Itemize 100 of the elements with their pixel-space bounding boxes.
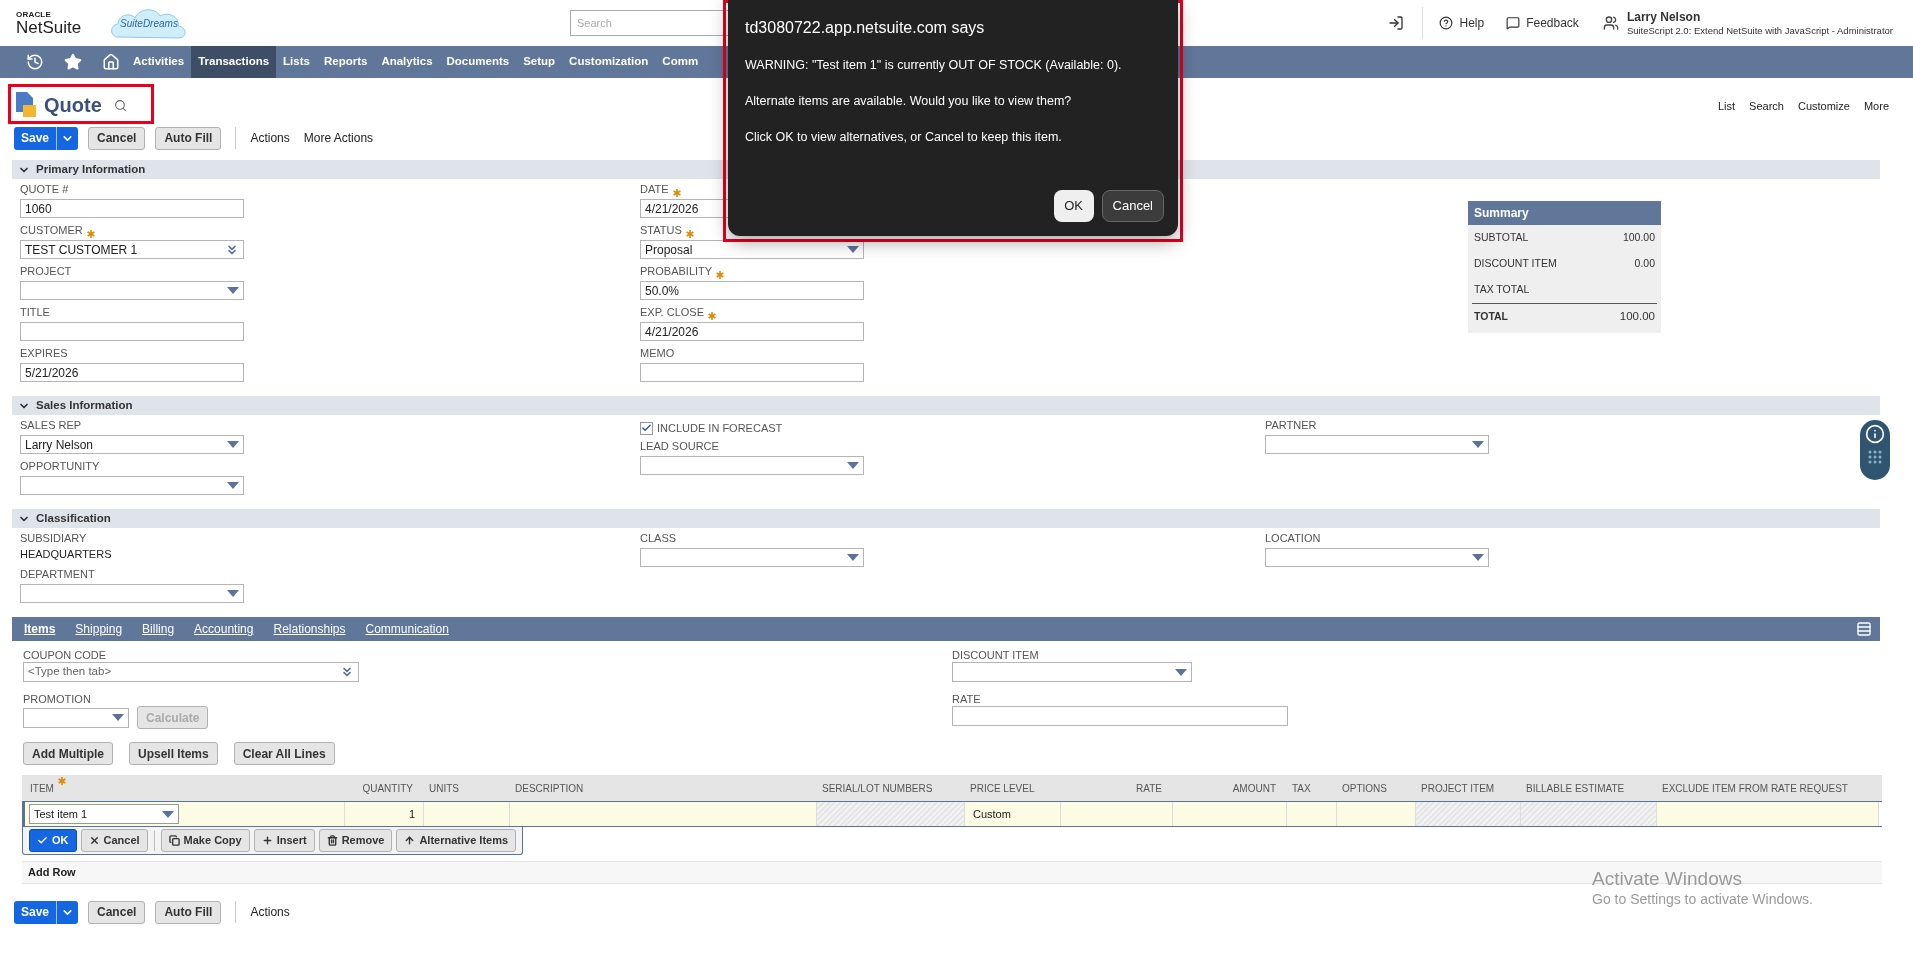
user-role[interactable]: SuiteScript 2.0: Extend NetSuite with JavaScript - Administrator bbox=[1626, 24, 1893, 37]
field-label: LOCATION bbox=[1265, 530, 1321, 546]
dropdown-field[interactable] bbox=[1265, 548, 1489, 567]
dropdown-field[interactable] bbox=[1265, 435, 1489, 454]
table-cell[interactable] bbox=[510, 802, 817, 826]
table-cell[interactable] bbox=[1061, 802, 1173, 826]
field-label: PROJECT bbox=[20, 263, 72, 279]
summary-label: SUBTOTAL bbox=[1474, 230, 1529, 246]
table-cell[interactable] bbox=[1657, 802, 1879, 826]
row-action-button[interactable]: Alternative Items bbox=[396, 829, 517, 852]
subtab[interactable]: Items bbox=[24, 620, 56, 638]
field-label: DISCOUNT ITEM bbox=[952, 648, 1040, 662]
required-icon bbox=[57, 776, 66, 785]
double-chevron-icon[interactable] bbox=[340, 665, 354, 679]
nav-tab[interactable]: Comm bbox=[655, 46, 706, 78]
nav-tab[interactable]: Reports bbox=[316, 46, 375, 78]
subtab[interactable]: Billing bbox=[142, 620, 175, 638]
cancel-button[interactable]: Cancel bbox=[88, 126, 146, 150]
input-field[interactable] bbox=[952, 706, 1288, 726]
actions-menu[interactable]: Actions bbox=[250, 903, 290, 921]
dropdown-field[interactable] bbox=[20, 584, 244, 603]
dropdown-field[interactable] bbox=[23, 707, 129, 728]
dropdown-field[interactable] bbox=[20, 281, 244, 300]
summary-value: 100.00 bbox=[1619, 308, 1655, 324]
user-name[interactable]: Larry Nelson bbox=[1626, 9, 1893, 25]
row-action-button[interactable]: Cancel bbox=[80, 829, 148, 852]
actions-menu[interactable]: More Actions bbox=[303, 129, 374, 147]
table-cell[interactable] bbox=[1337, 802, 1416, 826]
table-cell[interactable] bbox=[1173, 802, 1287, 826]
chat-icon bbox=[1506, 16, 1521, 30]
dropdown-field[interactable]: TEST CUSTOMER 1 bbox=[20, 240, 244, 259]
dialog-button[interactable]: Cancel bbox=[1101, 190, 1164, 222]
floating-help-menu[interactable] bbox=[1860, 420, 1890, 480]
search-icon[interactable] bbox=[113, 98, 127, 112]
help-link[interactable]: Help bbox=[1439, 14, 1485, 32]
action-button[interactable]: Add Multiple bbox=[23, 742, 113, 765]
nav-tab[interactable]: Setup bbox=[516, 46, 563, 78]
input-field[interactable]: 50.0% bbox=[640, 281, 864, 300]
section-header[interactable]: Sales Information bbox=[12, 396, 1880, 415]
nav-tab[interactable]: Customization bbox=[562, 46, 656, 78]
list-view-icon[interactable] bbox=[1856, 621, 1872, 637]
row-action-button[interactable]: Make Copy bbox=[160, 829, 250, 852]
table-cell[interactable] bbox=[424, 802, 510, 826]
coupon-field[interactable]: <Type then tab> bbox=[23, 662, 359, 682]
users-icon[interactable] bbox=[1602, 15, 1619, 31]
actions-menu[interactable]: Actions bbox=[250, 129, 290, 147]
dropdown-field[interactable] bbox=[952, 662, 1192, 682]
page-link[interactable]: More bbox=[1863, 98, 1889, 115]
add-row-link[interactable]: Add Row bbox=[28, 864, 76, 881]
save-button[interactable]: Save bbox=[14, 900, 79, 924]
item-dropdown[interactable]: Test item 1 bbox=[29, 804, 179, 824]
column-header: RATE bbox=[1136, 781, 1162, 796]
table-cell[interactable]: Custom bbox=[965, 802, 1061, 826]
nav-tab[interactable]: Documents bbox=[439, 46, 517, 78]
page-link[interactable]: List bbox=[1718, 98, 1736, 115]
input-field[interactable]: 1060 bbox=[20, 199, 244, 218]
dropdown-field[interactable]: Proposal bbox=[640, 240, 864, 259]
action-button[interactable]: Clear All Lines bbox=[233, 742, 335, 765]
section-header[interactable]: Classification bbox=[12, 509, 1880, 528]
table-cell[interactable] bbox=[1287, 802, 1337, 826]
input-field[interactable]: 4/21/2026 bbox=[640, 322, 864, 341]
nav-tab[interactable]: Activities bbox=[126, 46, 192, 78]
page-link[interactable]: Search bbox=[1749, 98, 1784, 115]
subtab[interactable]: Communication bbox=[365, 620, 449, 638]
save-button[interactable]: Save bbox=[14, 126, 79, 150]
dropdown-arrow-icon bbox=[1175, 668, 1187, 676]
nav-tab[interactable]: Transactions bbox=[191, 46, 277, 78]
row-action-button[interactable]: Remove bbox=[318, 829, 393, 852]
home-icon[interactable] bbox=[102, 53, 120, 71]
dialog-button[interactable]: OK bbox=[1053, 190, 1094, 222]
nav-tab[interactable]: Lists bbox=[276, 46, 317, 78]
row-action-button[interactable]: OK bbox=[29, 829, 77, 852]
input-field[interactable] bbox=[20, 322, 244, 341]
action-button[interactable]: Upsell Items bbox=[129, 742, 218, 765]
field-label: DATE bbox=[640, 181, 669, 197]
feedback-link[interactable]: Feedback bbox=[1506, 14, 1579, 32]
table-cell[interactable]: 1 bbox=[345, 802, 424, 826]
dropdown-field[interactable] bbox=[640, 456, 864, 475]
subtab[interactable]: Shipping bbox=[75, 620, 123, 638]
page-link[interactable]: Customize bbox=[1797, 98, 1850, 115]
star-icon[interactable] bbox=[64, 53, 82, 71]
dialog-message: Click OK to view alternatives, or Cancel to keep this item. bbox=[745, 128, 1063, 146]
dropdown-field[interactable]: Larry Nelson bbox=[20, 435, 244, 454]
cancel-button[interactable]: Cancel bbox=[88, 900, 146, 924]
field-label: MEMO bbox=[640, 345, 675, 361]
help-icon bbox=[1439, 16, 1454, 30]
row-action-button[interactable]: Insert bbox=[253, 829, 315, 852]
input-field[interactable] bbox=[640, 363, 864, 382]
subtab[interactable]: Relationships bbox=[273, 620, 346, 638]
checkbox[interactable] bbox=[640, 421, 653, 435]
history-icon[interactable] bbox=[26, 53, 44, 71]
nav-tab[interactable]: Analytics bbox=[374, 46, 440, 78]
input-field[interactable]: 5/21/2026 bbox=[20, 363, 244, 382]
dropdown-field[interactable] bbox=[640, 548, 864, 567]
field-label: QUOTE # bbox=[20, 181, 69, 197]
login-icon[interactable] bbox=[1388, 15, 1405, 31]
auto-fill-button[interactable]: Auto Fill bbox=[155, 900, 222, 924]
auto-fill-button[interactable]: Auto Fill bbox=[155, 126, 222, 150]
dropdown-field[interactable] bbox=[20, 476, 244, 495]
subtab[interactable]: Accounting bbox=[194, 620, 254, 638]
